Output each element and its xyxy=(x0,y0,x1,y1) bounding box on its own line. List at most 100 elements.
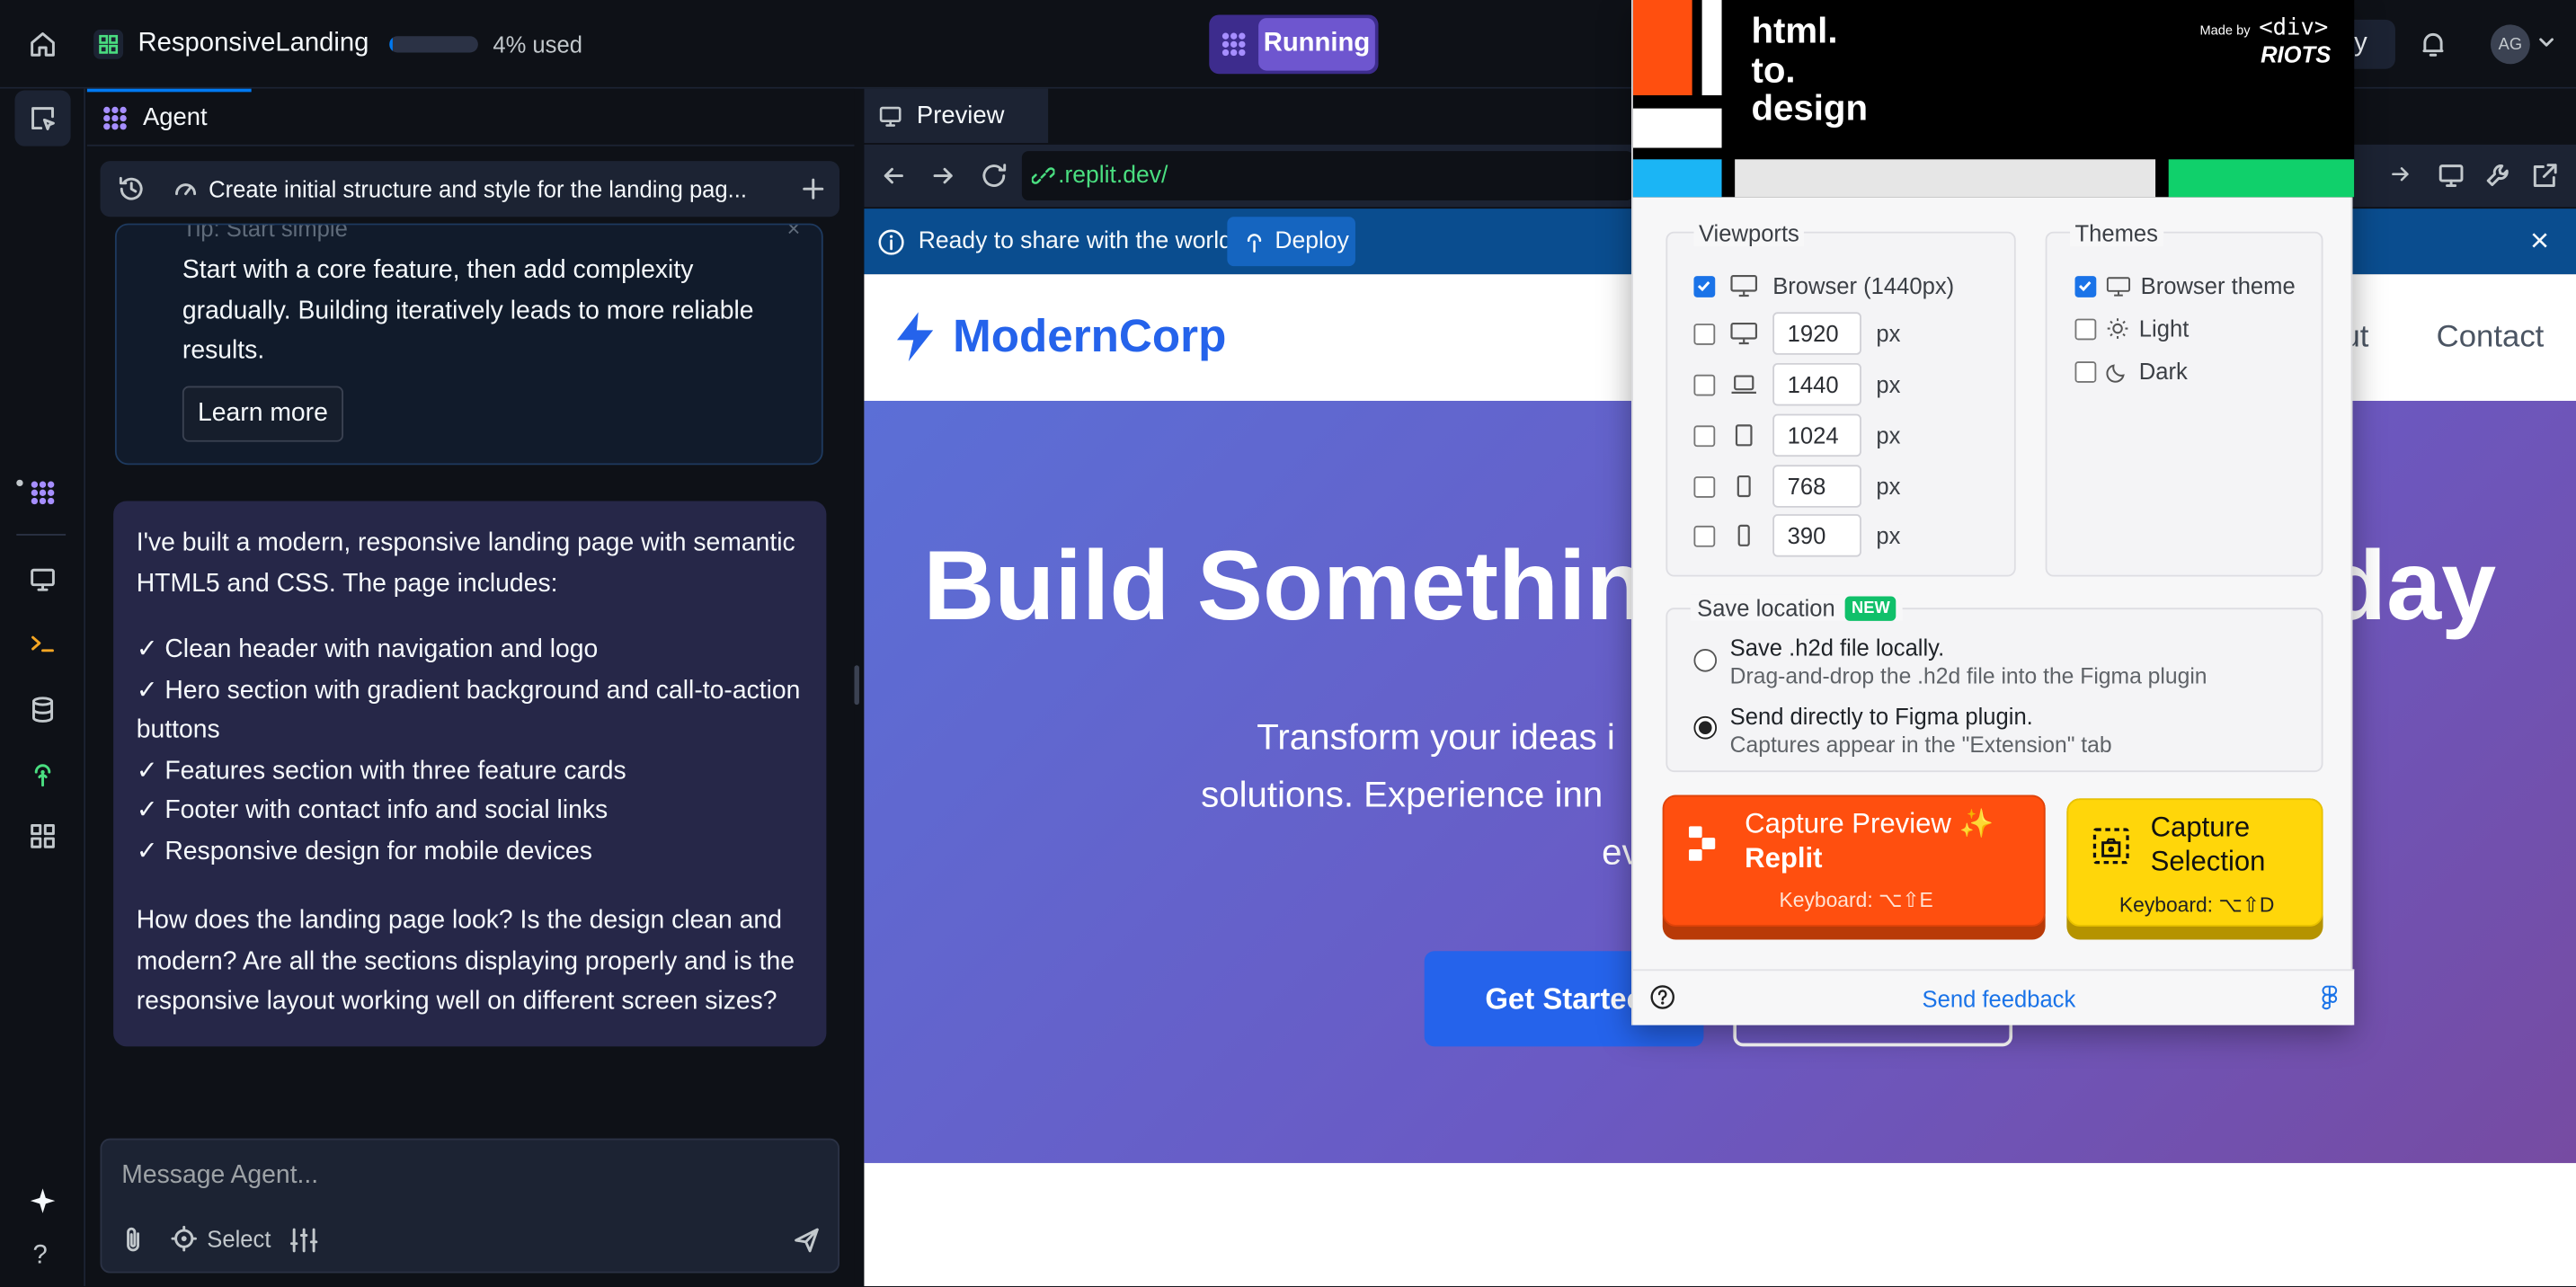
viewport-1024-input[interactable]: 1024 xyxy=(1772,413,1861,457)
viewport-1024-checkbox[interactable] xyxy=(1693,424,1716,447)
theme-light-checkbox[interactable] xyxy=(2074,317,2097,340)
logo-block-green xyxy=(2168,159,2355,198)
figma-button[interactable] xyxy=(2320,985,2340,1012)
viewport-390-checkbox[interactable] xyxy=(1693,524,1716,546)
viewport-option-390[interactable]: 390 px xyxy=(1693,514,1900,557)
viewport-768-input[interactable]: 768 xyxy=(1772,465,1861,508)
theme-browser-label: Browser theme xyxy=(2140,272,2296,299)
url-bar[interactable]: .replit.dev/ xyxy=(1021,151,1633,200)
viewport-1920-checkbox[interactable] xyxy=(1693,323,1716,344)
send-button[interactable] xyxy=(792,1226,822,1256)
viewport-option-1920[interactable]: 1920 px xyxy=(1693,312,1900,355)
viewport-option-768[interactable]: 768 px xyxy=(1693,465,1900,508)
project-icon[interactable] xyxy=(93,29,124,59)
rail-agent-workspace-button[interactable] xyxy=(14,90,71,146)
device-toggle-button[interactable] xyxy=(2437,161,2466,191)
forward-button[interactable] xyxy=(930,163,956,189)
attach-button[interactable] xyxy=(120,1226,146,1256)
usage-bar-fill xyxy=(389,36,394,53)
notifications-button[interactable] xyxy=(2419,30,2448,59)
viewport-browser-checkbox[interactable] xyxy=(1693,275,1716,297)
devtools-button[interactable] xyxy=(2484,161,2514,191)
save-location-title: Save location xyxy=(1697,594,1835,621)
question-circle-icon xyxy=(1650,985,1674,1009)
project-name[interactable]: ResponsiveLanding xyxy=(138,30,369,59)
selection-box-icon xyxy=(2092,826,2131,865)
new-thread-button[interactable] xyxy=(800,176,826,202)
tip-close-icon[interactable]: × xyxy=(787,225,801,241)
reload-button[interactable] xyxy=(979,161,1008,191)
save-figma-title[interactable]: Send directly to Figma plugin. xyxy=(1730,703,2033,729)
tab-preview[interactable]: Preview xyxy=(864,88,1049,144)
px-unit: px xyxy=(1876,422,1901,448)
message-list-item: ✓ Responsive design for mobile devices xyxy=(136,837,592,865)
open-new-tab-button[interactable] xyxy=(2530,161,2560,191)
rail-preview-button[interactable] xyxy=(14,552,70,608)
theme-option-light[interactable]: Light xyxy=(2074,315,2189,342)
viewport-1440-input[interactable]: 1440 xyxy=(1772,362,1861,406)
url-text: .replit.dev/ xyxy=(1058,162,1168,190)
send-feedback-link[interactable]: Send feedback xyxy=(1923,986,2076,1012)
theme-browser-checkbox[interactable] xyxy=(2074,275,2097,297)
logo-block-white-bar xyxy=(1701,0,1722,96)
learn-more-button[interactable]: Learn more xyxy=(182,386,344,442)
viewport-option-1024[interactable]: 1024 px xyxy=(1693,413,1901,457)
avatar[interactable]: AG xyxy=(2490,24,2530,65)
site-brand[interactable]: ModernCorp xyxy=(953,310,1226,362)
viewports-fieldset: Viewports Browser (1440px) 1920 px 1440 … xyxy=(1666,219,2016,577)
phone-icon xyxy=(1737,524,1750,546)
avatar-menu-chevron[interactable] xyxy=(2538,36,2554,49)
wrench-icon xyxy=(2486,164,2509,187)
save-figma-radio[interactable] xyxy=(1693,715,1718,740)
history-button[interactable] xyxy=(103,174,159,204)
rail-database-button[interactable] xyxy=(14,682,70,738)
open-url-button[interactable] xyxy=(2389,163,2412,186)
viewport-768-checkbox[interactable] xyxy=(1693,475,1716,497)
history-icon xyxy=(119,176,143,200)
save-local-radio[interactable] xyxy=(1693,648,1718,672)
select-element-button[interactable]: Select xyxy=(171,1226,271,1252)
arrow-left-icon xyxy=(884,167,903,184)
theme-option-browser[interactable]: Browser theme xyxy=(2074,272,2296,299)
site-nav-contact[interactable]: Contact xyxy=(2437,320,2545,356)
pane-resize-handle[interactable] xyxy=(854,665,859,706)
px-unit: px xyxy=(1876,522,1901,549)
new-badge: NEW xyxy=(1844,595,1897,620)
run-button[interactable]: Running xyxy=(1209,14,1379,75)
message-list: ✓ Clean header with navigation and logo … xyxy=(137,631,810,873)
help-button[interactable] xyxy=(1649,984,1675,1010)
rail-deployments-button[interactable] xyxy=(14,746,70,802)
help-icon[interactable]: ? xyxy=(33,1242,48,1272)
banner-close-icon[interactable]: × xyxy=(2530,225,2549,258)
home-button[interactable] xyxy=(14,16,70,72)
rail-ai-button[interactable] xyxy=(14,1173,70,1229)
viewport-1440-checkbox[interactable] xyxy=(1693,373,1716,395)
theme-dark-label: Dark xyxy=(2138,358,2188,385)
viewport-option-1440[interactable]: 1440 px xyxy=(1693,362,1900,406)
thread-title[interactable]: Create initial structure and style for t… xyxy=(209,176,751,202)
capture-selection-button[interactable]: Capture Selection Keyboard: ⌥⇧D xyxy=(2066,798,2323,927)
viewports-title: Viewports xyxy=(1693,219,1805,247)
themes-title: Themes xyxy=(2070,219,2163,247)
back-button[interactable] xyxy=(881,163,907,189)
viewport-option-browser[interactable]: Browser (1440px) xyxy=(1693,272,1954,299)
rail-shell-button[interactable] xyxy=(14,616,70,671)
rail-all-tools-button[interactable] xyxy=(14,808,70,864)
save-figma-description: Captures appear in the "Extension" tab xyxy=(1729,732,2112,758)
message-input[interactable]: Message Agent... xyxy=(121,1161,812,1191)
monitor-icon xyxy=(2438,164,2464,188)
tab-agent[interactable]: Agent xyxy=(86,88,252,143)
settings-button[interactable] xyxy=(289,1226,319,1256)
agent-logo-icon xyxy=(31,481,55,505)
gauge-icon xyxy=(173,176,209,202)
viewport-1920-input[interactable]: 1920 xyxy=(1772,312,1861,355)
rail-agent-button[interactable] xyxy=(14,465,70,520)
theme-dark-checkbox[interactable] xyxy=(2074,360,2097,382)
theme-option-dark[interactable]: Dark xyxy=(2074,358,2188,385)
capture-preview-button[interactable]: Capture Preview ✨ Replit Keyboard: ⌥⇧E xyxy=(1662,794,2046,927)
sun-icon xyxy=(2107,318,2128,339)
save-location-fieldset: Save location NEW Save .h2d file locally… xyxy=(1666,594,2323,773)
save-local-title[interactable]: Save .h2d file locally. xyxy=(1730,635,1945,661)
viewport-390-input[interactable]: 390 xyxy=(1772,514,1861,557)
banner-deploy-button[interactable]: Deploy xyxy=(1227,217,1355,267)
